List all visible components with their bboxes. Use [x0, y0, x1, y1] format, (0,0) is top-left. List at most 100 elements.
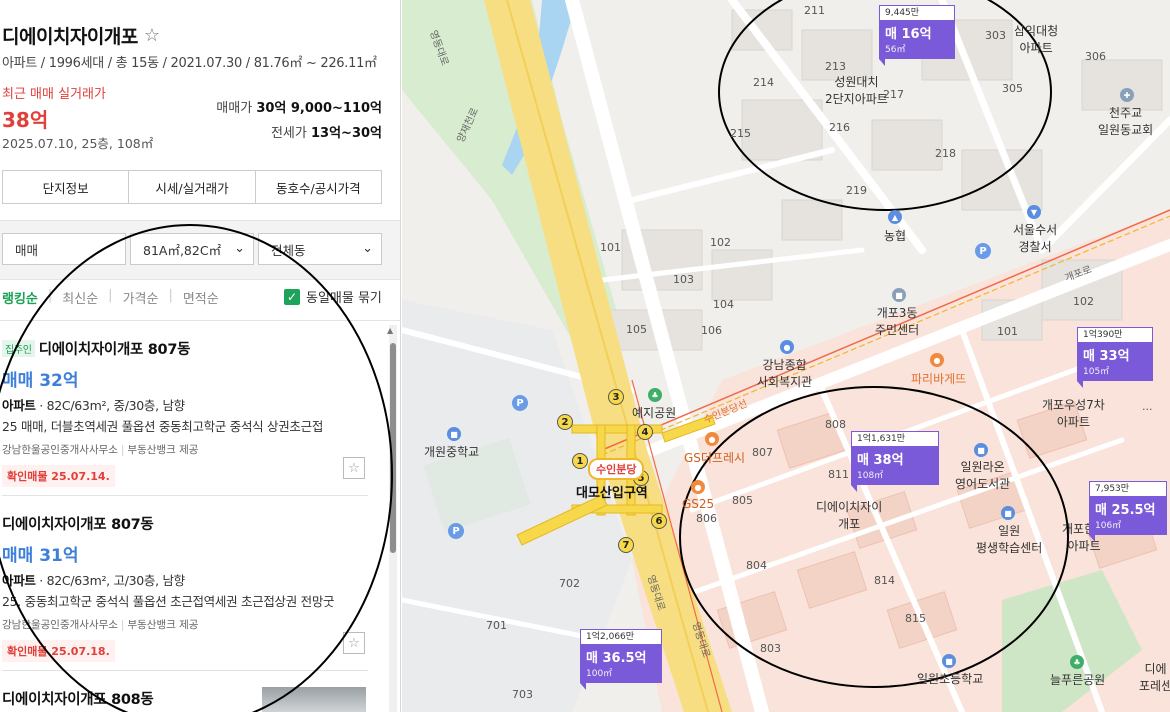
sort-latest[interactable]: 최신순 [62, 288, 98, 307]
confirmed-badge: 확인매물 25.07.18. [2, 640, 115, 662]
place-label: 개포우성7차 아파트 [1042, 398, 1105, 429]
scroll-up-icon[interactable]: ▲ [387, 326, 393, 335]
listing-spec: 아파트 · 82C/63m², 고/30층, 남향 [2, 570, 372, 589]
listing-type: 아파트 [2, 398, 36, 413]
listing-description: 25 매매, 더블초역세권 풀옵션 중동최고학군 중석식 상권초근접 [2, 419, 324, 434]
chevron-down-icon: ⌄ [234, 241, 245, 256]
building-number: 303 [985, 29, 1006, 42]
listing-thumbnail[interactable] [262, 687, 366, 712]
building-number: 102 [1073, 295, 1094, 308]
building-number: 213 [825, 60, 846, 73]
sort-area[interactable]: 면적순 [183, 288, 219, 307]
price-marker[interactable]: 1억2,066만 매 36.5억 100㎡ [580, 629, 662, 690]
station-line-badge[interactable]: 수인분당 [588, 458, 645, 480]
recent-deal-date: 2025.07.10, 25층, 108㎡ [2, 136, 154, 151]
library-icon: ■ [974, 443, 988, 457]
tab-unit-price[interactable]: 동호수/공시가격 [256, 171, 381, 203]
star-icon[interactable]: ☆ [144, 25, 160, 46]
tab-complex-info[interactable]: 단지정보 [3, 171, 130, 203]
school-icon: ■ [942, 654, 956, 668]
place-label: 일원초등학교 [917, 672, 984, 686]
jeonse-price-range: 전세가 13억~30억 [271, 122, 382, 141]
building-number: 806 [696, 512, 717, 525]
complex-meta: 아파트 / 1996세대 / 총 15동 / 2021.07.30 / 81.7… [2, 56, 377, 71]
marker-tail [1089, 535, 1095, 542]
welfare-icon: ● [780, 340, 794, 354]
listing-item[interactable]: 디에이치자이개포 807동 매매 31억 아파트 · 82C/63m², 고/3… [2, 513, 372, 662]
chevron-down-icon: ⌄ [362, 241, 373, 256]
complex-title-row: 디에이치자이개포 ☆ [2, 22, 160, 49]
building-number: 101 [997, 325, 1018, 338]
police-icon: ▼ [1027, 205, 1041, 219]
parking-icon: P [512, 395, 528, 411]
price-marker[interactable]: 7,953만 매 25.5억 106㎡ [1089, 481, 1167, 542]
dong-select[interactable]: 전체동 ⌄ [258, 233, 382, 265]
station-exit-2[interactable]: 2 [557, 414, 573, 430]
building-number: 104 [713, 298, 734, 311]
marker-body: 매 33억 105㎡ [1077, 342, 1153, 381]
place-label: 일원라온 영어도서관 [955, 460, 1011, 491]
station-exit-3[interactable]: 3 [608, 389, 624, 405]
listing-item[interactable]: 집주인 디에이치자이개포 807동 매매 32억 아파트 · 82C/63m²,… [2, 338, 372, 487]
marker-body: 매 38억 108㎡ [851, 446, 939, 485]
agent-separator: | [120, 444, 125, 456]
tab-price-history[interactable]: 시세/실거래가 [129, 171, 256, 203]
price-marker[interactable]: 9,445만 매 16억 56㎡ [879, 5, 955, 66]
building-number: 808 [825, 418, 846, 431]
sort-price[interactable]: 가격순 [123, 288, 159, 307]
building-number: 106 [701, 324, 722, 337]
listing-spec: 아파트 · 82C/63m², 중/30층, 남향 [2, 395, 372, 414]
provider-name: 부동산뱅크 제공 [127, 444, 199, 456]
listing-type: 아파트 [2, 573, 36, 588]
marker-count: 9,445만 [879, 5, 955, 20]
building-number: 211 [804, 4, 825, 17]
area-select[interactable]: 81A㎡,82C㎡ ⌄ [130, 233, 254, 265]
marker-tail [580, 683, 586, 690]
station-exit-4[interactable]: 4 [637, 424, 653, 440]
sort-options: 랭킹순 | 최신순 | 가격순 | 면적순 [2, 288, 219, 307]
marker-price: 매 33억 [1083, 349, 1130, 364]
divider [2, 495, 368, 496]
marker-area: 108㎡ [857, 471, 884, 481]
listing-title-row: 디에이치자이개포 807동 [2, 513, 372, 534]
favorite-star-icon[interactable]: ☆ [343, 632, 365, 654]
station-name[interactable]: 대모산입구역 [576, 482, 648, 501]
parking-icon: P [448, 523, 464, 539]
complex-title: 디에이치자이개포 [2, 26, 138, 48]
favorite-star-icon[interactable]: ☆ [343, 457, 365, 479]
building-number: ... [1142, 400, 1153, 413]
sale-price-range: 매매가 30억 9,000~110억 [216, 97, 382, 116]
deal-type-select[interactable]: 매매 [2, 233, 126, 265]
marker-area: 105㎡ [1083, 367, 1110, 377]
scrollbar-thumb[interactable] [390, 343, 396, 553]
marker-price: 매 16억 [885, 27, 932, 42]
group-same-listing-toggle[interactable]: ✓ 동일매물 묶기 [284, 287, 382, 306]
store-icon: ● [705, 432, 719, 446]
bakery-icon: ● [930, 353, 944, 367]
sort-separator: | [168, 288, 173, 303]
sale-price-value: 30억 9,000~110억 [256, 101, 382, 116]
recent-deal-label: 최근 매매 실거래가 [2, 87, 106, 102]
place-label: 삼익대청 아파트 [1014, 24, 1059, 55]
map-view[interactable]: 211 213 214 215 216 217 218 219 303 305 … [402, 0, 1170, 712]
station-exit-7[interactable]: 7 [618, 537, 634, 553]
building-number: 703 [512, 688, 533, 701]
station-exit-1[interactable]: 1 [572, 453, 588, 469]
divider [2, 670, 368, 671]
dong-value: 전체동 [271, 242, 306, 258]
station-exit-6[interactable]: 6 [651, 513, 667, 529]
building-number: 305 [1002, 82, 1023, 95]
place-label: 일원 평생학습센터 [976, 524, 1043, 555]
price-marker[interactable]: 1억390만 매 33억 105㎡ [1077, 327, 1153, 388]
scrollbar[interactable] [389, 325, 397, 712]
place-label: GS25 [682, 497, 715, 511]
agent-name: 강남한울공인중개사사무소 [2, 444, 118, 456]
place-label: 개원중학교 [424, 445, 480, 459]
listing-spec-detail: · 82C/63m², 고/30층, 남향 [35, 573, 185, 588]
marker-area: 106㎡ [1095, 521, 1122, 531]
price-marker[interactable]: 1억1,631만 매 38억 108㎡ [851, 431, 939, 492]
recent-deal-price: 38억 [2, 108, 49, 132]
sort-ranking[interactable]: 랭킹순 [2, 288, 38, 307]
building-number: 216 [829, 121, 850, 134]
convenience-icon: ● [691, 480, 705, 494]
